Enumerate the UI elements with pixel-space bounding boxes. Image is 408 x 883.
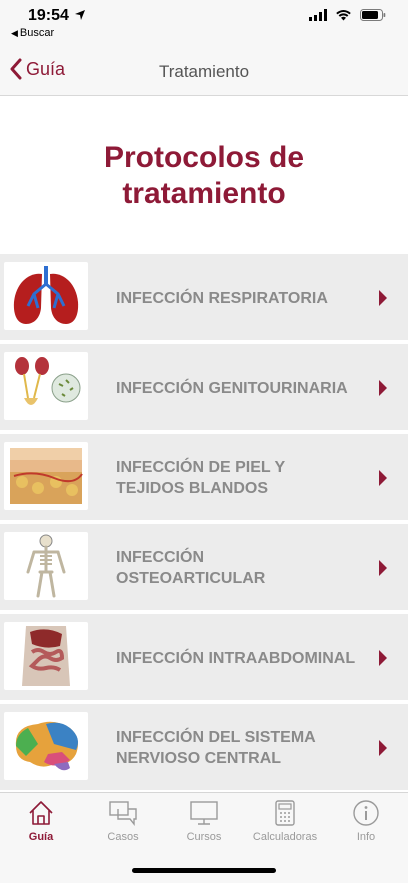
list-item-label: INFECCIÓN RESPIRATORIA xyxy=(116,289,328,307)
tab-label: Calculadoras xyxy=(252,831,318,843)
home-indicator[interactable] xyxy=(132,868,276,873)
page-title: Protocolos de tratamiento xyxy=(103,140,305,210)
chevron-right-icon xyxy=(379,560,387,576)
chat-icon xyxy=(109,801,137,826)
list-item-label: INFECCIÓN DE PIEL Y TEJIDOS BLANDOS xyxy=(116,459,285,497)
chevron-right-icon xyxy=(379,650,387,666)
status-bar: 19:54 ◀ Buscar xyxy=(0,0,408,48)
chevron-right-icon xyxy=(379,740,387,756)
hero-section: Protocolos de tratamiento xyxy=(0,97,408,254)
list-item-osteoarticular[interactable]: INFECCIÓN OSTEOARTICULAR xyxy=(0,524,408,612)
list-item-label: INFECCIÓN INTRAABDOMINAL xyxy=(116,649,356,667)
tab-casos[interactable]: Casos xyxy=(83,799,163,843)
signal-icon xyxy=(309,9,327,21)
wifi-icon xyxy=(336,10,351,21)
list-item-label: INFECCIÓN OSTEOARTICULAR xyxy=(116,549,266,587)
tab-label: Info xyxy=(356,831,376,843)
list-item-label: INFECCIÓN DEL SISTEMA NERVIOSO CENTRAL xyxy=(116,729,316,767)
tab-cursos[interactable]: Cursos xyxy=(164,799,244,843)
system-indicators xyxy=(309,9,386,21)
navigation-bar: Guía Tratamiento xyxy=(0,48,408,96)
monitor-icon xyxy=(190,801,218,825)
chevron-right-icon xyxy=(379,470,387,486)
list-item-respiratory[interactable]: INFECCIÓN RESPIRATORIA xyxy=(0,254,408,342)
abdomen-image xyxy=(4,622,88,690)
tab-label: Casos xyxy=(107,831,139,843)
skeleton-image xyxy=(4,532,88,600)
back-triangle-icon: ◀ xyxy=(11,28,18,38)
back-to-app-link[interactable]: ◀ Buscar xyxy=(11,27,54,39)
nav-title: Tratamiento xyxy=(158,62,250,81)
list-item-label: INFECCIÓN GENITOURINARIA xyxy=(116,379,348,397)
chevron-right-icon xyxy=(379,380,387,396)
chevron-right-icon xyxy=(379,290,387,306)
brain-image xyxy=(4,712,88,780)
list-item-genitourinary[interactable]: INFECCIÓN GENITOURINARIA xyxy=(0,344,408,432)
tab-label: Guía xyxy=(28,831,54,843)
list-item-intraabdominal[interactable]: INFECCIÓN INTRAABDOMINAL xyxy=(0,614,408,702)
calculator-icon xyxy=(275,800,295,826)
lungs-image xyxy=(4,262,88,330)
status-time: 19:54 xyxy=(28,7,69,24)
list-item-nervous-system[interactable]: INFECCIÓN DEL SISTEMA NERVIOSO CENTRAL xyxy=(0,704,408,792)
tab-calculadoras[interactable]: Calculadoras xyxy=(245,799,325,843)
info-icon xyxy=(353,800,379,826)
tab-guia[interactable]: Guía xyxy=(1,799,81,843)
tab-info[interactable]: Info xyxy=(326,799,406,843)
tab-label: Cursos xyxy=(186,831,222,843)
list-item-skin[interactable]: INFECCIÓN DE PIEL Y TEJIDOS BLANDOS xyxy=(0,434,408,522)
kidneys-image xyxy=(4,352,88,420)
home-icon xyxy=(29,801,53,825)
battery-icon xyxy=(360,9,386,21)
location-arrow-icon xyxy=(75,10,85,20)
back-app-label: Buscar xyxy=(19,27,55,39)
skin-image xyxy=(4,442,88,510)
